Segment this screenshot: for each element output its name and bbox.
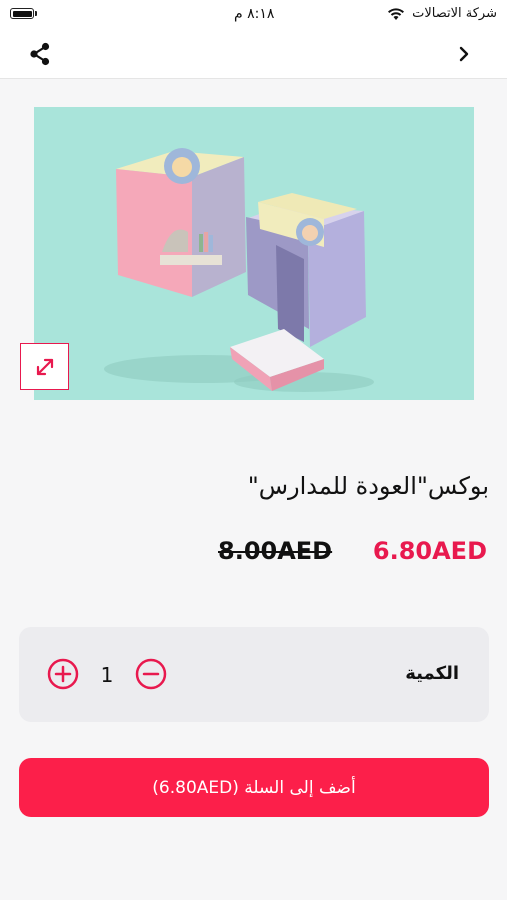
add-to-cart-button[interactable]: أضف إلى السلة (6.80AED)	[19, 758, 489, 817]
wifi-icon	[388, 8, 404, 20]
plus-circle-icon[interactable]	[47, 658, 79, 690]
expand-icon	[36, 358, 53, 375]
product-title: بوكس"العودة للمدارس"	[247, 472, 489, 500]
quantity-card: الكمية 1	[19, 627, 489, 722]
add-to-cart-label: أضف إلى السلة (6.80AED)	[152, 777, 356, 798]
status-bar: ٨:١٨ م شركة الاتصالات	[0, 0, 507, 30]
navbar	[0, 30, 507, 79]
price-current: 6.80AED	[372, 537, 487, 565]
quantity-value: 1	[100, 663, 114, 687]
price-original: 8.00AED	[218, 537, 333, 565]
expand-button[interactable]	[20, 343, 69, 390]
battery-icon	[10, 8, 34, 19]
status-time: ٨:١٨ م	[234, 6, 275, 22]
quantity-label: الكمية	[405, 663, 459, 684]
carrier-name: شركة الاتصالات	[412, 6, 497, 21]
battery-tip	[35, 11, 37, 16]
chevron-right-icon[interactable]	[452, 42, 476, 66]
minus-circle-icon[interactable]	[135, 658, 167, 690]
share-icon[interactable]	[26, 40, 54, 68]
product-image	[34, 107, 474, 400]
